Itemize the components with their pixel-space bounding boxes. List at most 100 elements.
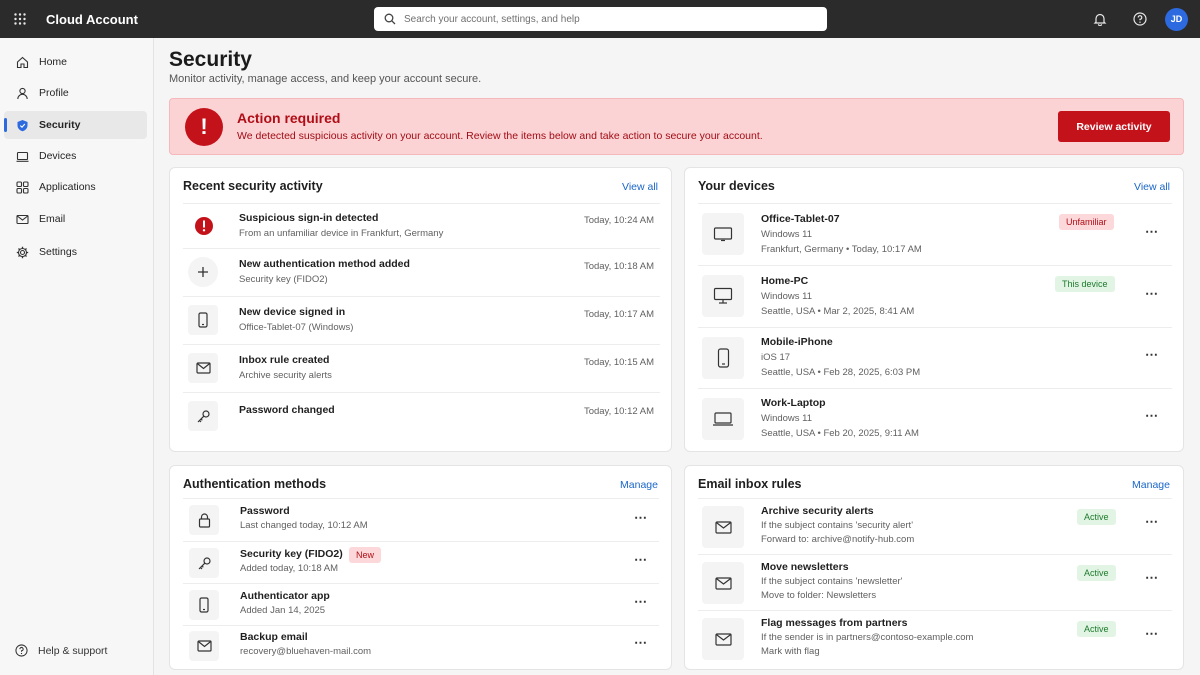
search-icon [384, 13, 396, 25]
mail-icon [702, 562, 744, 604]
review-activity-button[interactable]: Review activity [1058, 111, 1170, 142]
more-options-icon[interactable]: ⋯ [1145, 514, 1158, 530]
activity-row[interactable]: Suspicious sign-in detected From an unfa… [183, 203, 660, 248]
activity-title: Inbox rule created [239, 354, 330, 366]
sidebar-item-label: Applications [39, 181, 96, 193]
auth-method-row[interactable]: Password Last changed today, 10:12 AM ⋯ [183, 498, 659, 541]
activity-subtitle: Security key (FIDO2) [239, 274, 328, 285]
more-options-icon[interactable]: ⋯ [1145, 224, 1158, 240]
more-options-icon[interactable]: ⋯ [634, 635, 647, 651]
auth-method-row[interactable]: Security key (FIDO2) New Added today, 10… [183, 541, 659, 583]
mail-icon [15, 212, 29, 226]
more-options-icon[interactable]: ⋯ [634, 594, 647, 610]
plus-icon [188, 257, 218, 287]
sidebar-item-profile[interactable]: Profile [4, 79, 147, 107]
device-row[interactable]: Work-Laptop Windows 11 Seattle, USA • Fe… [698, 388, 1172, 449]
activity-time: Today, 10:15 AM [583, 357, 654, 368]
notifications-bell-icon[interactable] [1080, 0, 1120, 38]
activity-title: Suspicious sign-in detected [239, 212, 379, 224]
more-options-icon[interactable]: ⋯ [1145, 570, 1158, 586]
more-options-icon[interactable]: ⋯ [1145, 626, 1158, 642]
page-title: Security [169, 48, 252, 71]
mail-icon [702, 618, 744, 660]
mail-icon [188, 353, 218, 383]
rule-condition: If the subject contains 'newsletter' [761, 576, 903, 587]
help-circle-icon [15, 644, 28, 657]
alert-exclamation-icon: ! [185, 108, 223, 146]
device-row[interactable]: Office-Tablet-07 Windows 11 Frankfurt, G… [698, 203, 1172, 265]
sidebar-item-applications[interactable]: Applications [4, 173, 147, 201]
more-options-icon[interactable]: ⋯ [1145, 408, 1158, 424]
unfamiliar-badge: Unfamiliar [1059, 214, 1114, 230]
auth-manage-link[interactable]: Manage [620, 479, 658, 491]
device-row[interactable]: Home-PC Windows 11 Seattle, USA • Mar 2,… [698, 265, 1172, 327]
sidebar-item-settings[interactable]: Settings [4, 238, 147, 266]
search-input[interactable] [404, 13, 804, 25]
activity-time: Today, 10:12 AM [583, 406, 654, 417]
activity-row[interactable]: New authentication method added Security… [183, 248, 660, 296]
help-support-link[interactable]: Help & support [15, 644, 107, 657]
auth-method-row[interactable]: Backup email recovery@bluehaven-mail.com… [183, 625, 659, 667]
activity-subtitle: From an unfamiliar device in Frankfurt, … [239, 228, 444, 239]
device-name: Mobile-iPhone [761, 336, 833, 348]
sidebar-item-home[interactable]: Home [4, 48, 147, 76]
auth-method-detail: Last changed today, 10:12 AM [240, 520, 368, 531]
search-box[interactable] [374, 7, 827, 31]
rule-action: Move to folder: Newsletters [761, 590, 877, 601]
inbox-rule-row[interactable]: Move newsletters If the subject contains… [698, 554, 1172, 610]
device-os: Windows 11 [761, 413, 813, 424]
inbox-rule-row[interactable]: Archive security alerts If the subject c… [698, 498, 1172, 554]
shield-icon [15, 118, 29, 132]
more-options-icon[interactable]: ⋯ [1145, 347, 1158, 363]
active-status-badge: Active [1077, 565, 1116, 581]
app-title[interactable]: Cloud Account [46, 12, 138, 27]
rule-action: Forward to: archive@notify-hub.com [761, 534, 915, 545]
rule-name: Move newsletters [761, 561, 849, 573]
rule-condition: If the sender is in partners@contoso-exa… [761, 632, 974, 643]
device-name: Home-PC [761, 275, 809, 287]
inbox-rules-card: Email inbox rules Manage Archive securit… [684, 465, 1184, 670]
activity-subtitle: Archive security alerts [239, 370, 332, 381]
app-launcher-icon[interactable] [0, 0, 40, 38]
auth-methods-card: Authentication methods Manage Password L… [169, 465, 672, 670]
more-options-icon[interactable]: ⋯ [634, 552, 647, 568]
sidebar-item-label: Email [39, 213, 66, 225]
activity-time: Today, 10:24 AM [583, 215, 654, 226]
card-title: Authentication methods [183, 477, 327, 491]
gear-icon [15, 245, 29, 259]
activity-view-all-link[interactable]: View all [622, 181, 658, 193]
activity-row[interactable]: New device signed in Office-Tablet-07 (W… [183, 296, 660, 344]
auth-method-detail: recovery@bluehaven-mail.com [240, 646, 372, 657]
device-name: Work-Laptop [761, 397, 826, 409]
activity-title: New authentication method added [239, 258, 410, 270]
mail-icon [189, 631, 219, 661]
device-row[interactable]: Mobile-iPhone iOS 17 Seattle, USA • Feb … [698, 327, 1172, 388]
help-icon[interactable] [1120, 0, 1160, 38]
sidebar-item-email[interactable]: Email [4, 205, 147, 233]
help-support-label: Help & support [38, 644, 108, 657]
inbox-rule-row[interactable]: Flag messages from partners If the sende… [698, 610, 1172, 667]
sidebar-item-security[interactable]: Security [4, 111, 147, 139]
auth-method-row[interactable]: Authenticator app Added Jan 14, 2025 ⋯ [183, 583, 659, 625]
more-options-icon[interactable]: ⋯ [1145, 286, 1158, 302]
activity-subtitle: Office-Tablet-07 (Windows) [239, 322, 354, 333]
rules-manage-link[interactable]: Manage [1132, 479, 1170, 491]
activity-row[interactable]: Password changed Today, 10:12 AM [183, 392, 660, 442]
home-icon [15, 55, 29, 69]
activity-title: Password changed [239, 404, 335, 416]
person-icon [15, 86, 29, 100]
key-icon [188, 401, 218, 431]
auth-method-detail: Added today, 10:18 AM [240, 563, 339, 574]
user-avatar[interactable]: JD [1165, 7, 1188, 31]
sidebar-item-label: Settings [39, 246, 77, 258]
activity-row[interactable]: Inbox rule created Archive security aler… [183, 344, 660, 392]
device-name: Office-Tablet-07 [761, 213, 840, 225]
device-os: iOS 17 [761, 352, 791, 363]
desktop-icon [702, 275, 744, 317]
card-title: Your devices [698, 179, 775, 193]
more-options-icon[interactable]: ⋯ [634, 510, 647, 526]
page-subtitle: Monitor activity, manage access, and kee… [169, 73, 482, 85]
sidebar-item-devices[interactable]: Devices [4, 142, 147, 170]
sidebar-nav: Home Profile Security Devices Applicatio… [0, 38, 154, 675]
devices-view-all-link[interactable]: View all [1134, 181, 1170, 193]
